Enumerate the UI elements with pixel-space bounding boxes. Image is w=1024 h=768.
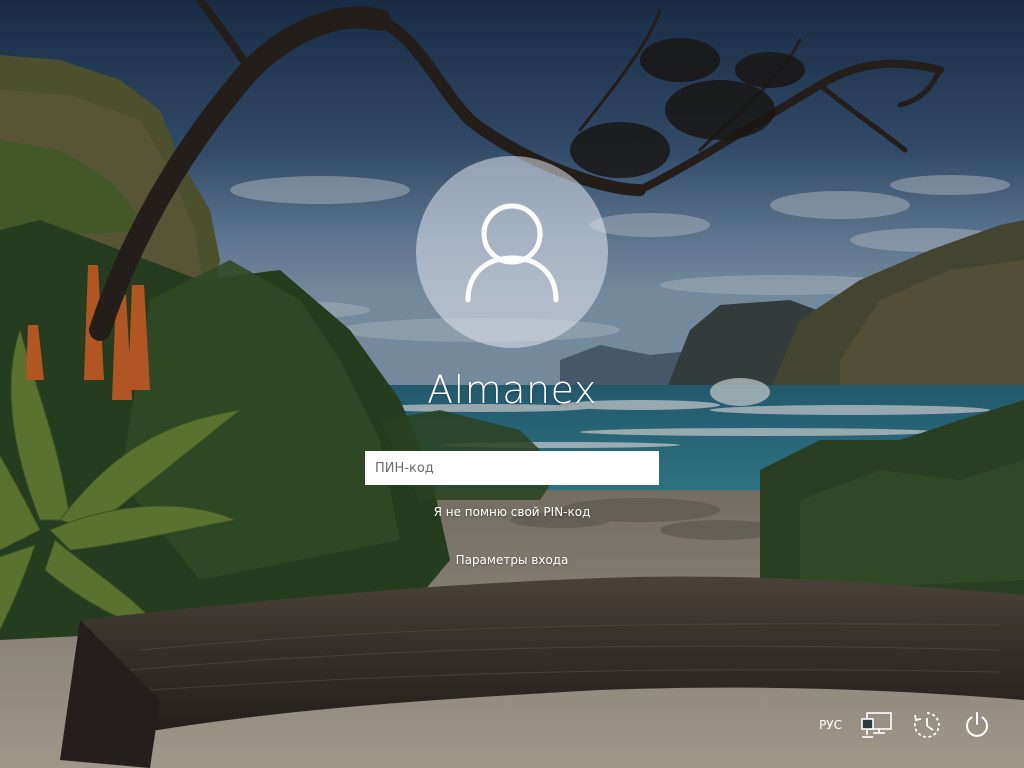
forgot-pin-link-row: Я не помню свой PIN-код bbox=[0, 505, 1024, 519]
lock-screen: Almanex Я не помню свой PIN-код Параметр… bbox=[0, 0, 1024, 768]
accessibility-button[interactable] bbox=[910, 710, 944, 740]
sign-in-options-link[interactable]: Параметры входа bbox=[452, 551, 573, 569]
user-name: Almanex bbox=[427, 368, 597, 412]
language-indicator[interactable]: РУС bbox=[819, 718, 844, 732]
user-avatar bbox=[416, 156, 608, 348]
network-button[interactable] bbox=[860, 710, 894, 740]
accessibility-icon bbox=[914, 712, 940, 738]
pin-input[interactable] bbox=[365, 451, 659, 485]
power-icon bbox=[966, 712, 988, 737]
lock-screen-tray: РУС bbox=[819, 710, 994, 740]
sign-in-options-row: Параметры входа bbox=[0, 553, 1024, 567]
user-avatar-icon bbox=[465, 203, 559, 303]
power-button[interactable] bbox=[960, 710, 994, 740]
network-icon bbox=[861, 712, 892, 738]
forgot-pin-link[interactable]: Я не помню свой PIN-код bbox=[430, 503, 595, 521]
